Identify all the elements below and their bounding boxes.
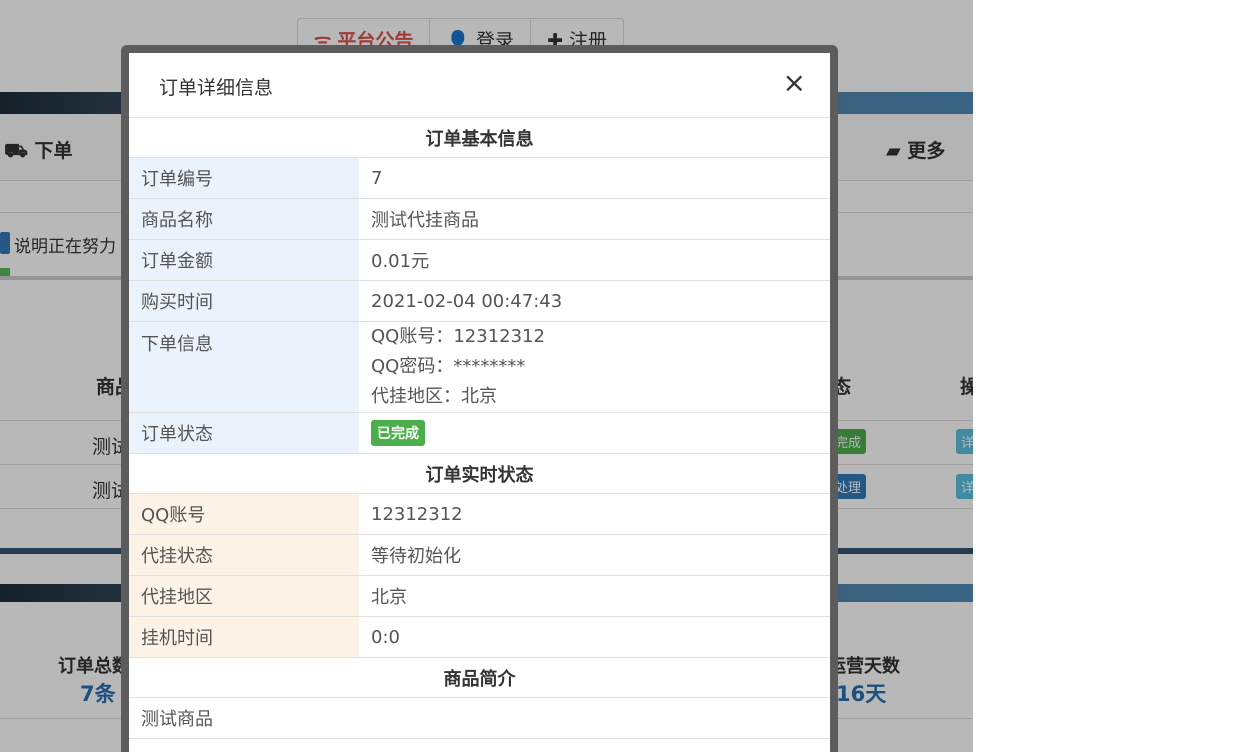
table-row: 测试商品 bbox=[129, 697, 830, 739]
agent-status-value: 等待初始化 bbox=[359, 534, 830, 576]
time-value: 2021-02-04 00:47:43 bbox=[359, 280, 830, 322]
status-label: 订单状态 bbox=[129, 412, 359, 454]
status-cell: 已完成 bbox=[359, 412, 830, 454]
amount-label: 订单金额 bbox=[129, 239, 359, 281]
product-label: 商品名称 bbox=[129, 198, 359, 240]
modal-header: 订单详细信息 × bbox=[129, 53, 830, 118]
amount-value: 0.01元 bbox=[359, 239, 830, 281]
order-no-value: 7 bbox=[359, 157, 830, 199]
table-row: 购买时间 2021-02-04 00:47:43 bbox=[129, 280, 830, 322]
modal-title: 订单详细信息 bbox=[159, 77, 274, 99]
info-qq-account: QQ账号：12312312 bbox=[371, 326, 545, 347]
product-value: 测试代挂商品 bbox=[359, 198, 830, 240]
order-info-value: QQ账号：12312312 QQ密码：******** 代挂地区：北京 bbox=[359, 321, 830, 413]
table-row: 商品名称 测试代挂商品 bbox=[129, 198, 830, 240]
region-value: 北京 bbox=[359, 575, 830, 617]
table-row: QQ账号 12312312 bbox=[129, 493, 830, 535]
intro-text: 测试商品 bbox=[129, 697, 830, 739]
close-icon[interactable]: × bbox=[783, 69, 806, 97]
qq-label: QQ账号 bbox=[129, 493, 359, 535]
table-row: 代挂状态 等待初始化 bbox=[129, 534, 830, 576]
section-intro: 商品简介 bbox=[129, 657, 830, 698]
order-no-label: 订单编号 bbox=[129, 157, 359, 199]
section-realtime: 订单实时状态 bbox=[129, 453, 830, 494]
section-title: 商品简介 bbox=[129, 657, 830, 698]
agent-status-label: 代挂状态 bbox=[129, 534, 359, 576]
order-info-label: 下单信息 bbox=[129, 321, 359, 413]
section-basic: 订单基本信息 bbox=[129, 118, 830, 158]
qq-value: 12312312 bbox=[359, 493, 830, 535]
region-label: 代挂地区 bbox=[129, 575, 359, 617]
modal-content: 订单详细信息 × 订单基本信息 订单编号 7 商品名称 测试代挂商品 订单金额 … bbox=[129, 53, 830, 752]
table-row: 下单信息 QQ账号：12312312 QQ密码：******** 代挂地区：北京 bbox=[129, 321, 830, 413]
info-region: 代挂地区：北京 bbox=[371, 386, 497, 407]
status-badge: 已完成 bbox=[371, 420, 425, 446]
hang-time-label: 挂机时间 bbox=[129, 616, 359, 658]
hang-time-value: 0:0 bbox=[359, 616, 830, 658]
info-qq-password: QQ密码：******** bbox=[371, 356, 526, 377]
table-row: 订单编号 7 bbox=[129, 157, 830, 199]
table-row: 挂机时间 0:0 bbox=[129, 616, 830, 658]
table-row: 订单金额 0.01元 bbox=[129, 239, 830, 281]
table-row: 订单状态 已完成 bbox=[129, 412, 830, 454]
time-label: 购买时间 bbox=[129, 280, 359, 322]
table-row: 代挂地区 北京 bbox=[129, 575, 830, 617]
order-detail-table: 订单基本信息 订单编号 7 商品名称 测试代挂商品 订单金额 0.01元 购买时… bbox=[129, 118, 830, 739]
section-title: 订单实时状态 bbox=[129, 453, 830, 494]
order-detail-modal: 订单详细信息 × 订单基本信息 订单编号 7 商品名称 测试代挂商品 订单金额 … bbox=[121, 45, 838, 752]
section-title: 订单基本信息 bbox=[129, 118, 830, 158]
